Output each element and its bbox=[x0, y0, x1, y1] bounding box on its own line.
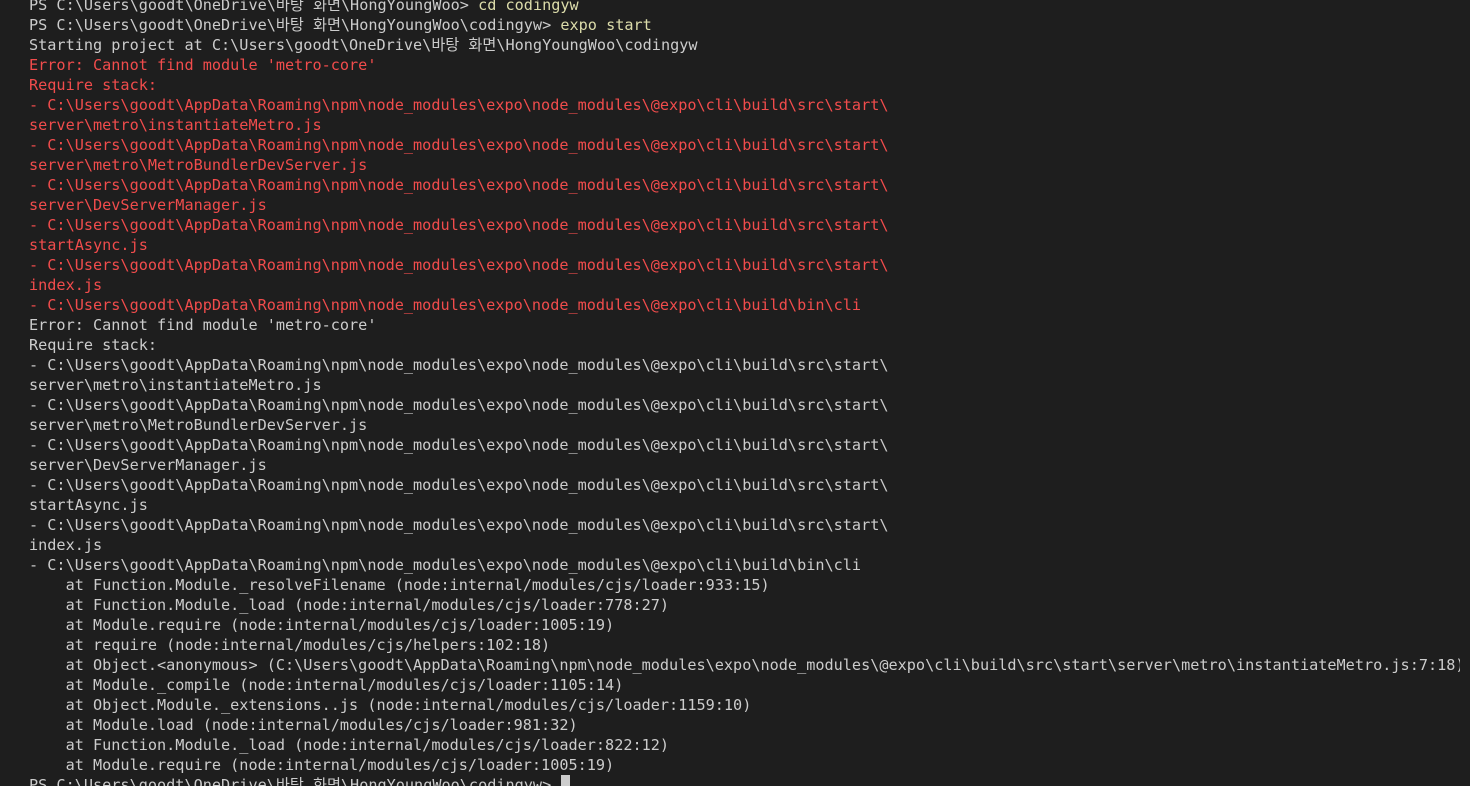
terminal-line-final-prompt[interactable]: PS C:\Users\goodt\OneDrive\바탕 화면\HongYou… bbox=[29, 775, 1460, 786]
stack-trace-line: at Function.Module._load (node:internal/… bbox=[29, 736, 670, 754]
stack-trace-line: at Module.load (node:internal/modules/cj… bbox=[29, 716, 578, 734]
error-block-red: Error: Cannot find module 'metro-core' R… bbox=[29, 55, 1460, 315]
stack-trace-line: at require (node:internal/modules/cjs/he… bbox=[29, 636, 551, 654]
terminal-line: server\DevServerManager.js bbox=[29, 196, 267, 214]
terminal-panel[interactable]: PS C:\Users\goodt\OneDrive\바탕 화면\HongYou… bbox=[0, 0, 1470, 786]
stack-trace-line: at Module.require (node:internal/modules… bbox=[29, 756, 615, 774]
terminal-line: - C:\Users\goodt\AppData\Roaming\npm\nod… bbox=[29, 176, 889, 194]
terminal-line: - C:\Users\goodt\AppData\Roaming\npm\nod… bbox=[29, 256, 889, 274]
stack-trace-line: at Module.require (node:internal/modules… bbox=[29, 616, 615, 634]
terminal-line: - C:\Users\goodt\AppData\Roaming\npm\nod… bbox=[29, 136, 889, 154]
terminal-line: index.js bbox=[29, 276, 103, 294]
stack-trace-line: at Object.<anonymous> (C:\Users\goodt\Ap… bbox=[29, 656, 1460, 674]
terminal-line-prompt: PS C:\Users\goodt\OneDrive\바탕 화면\HongYou… bbox=[29, 15, 1460, 35]
terminal-line: - C:\Users\goodt\AppData\Roaming\npm\nod… bbox=[29, 476, 889, 494]
terminal-line: - C:\Users\goodt\AppData\Roaming\npm\nod… bbox=[29, 556, 862, 574]
command-text: cd codingyw bbox=[478, 0, 579, 14]
text-cursor bbox=[561, 775, 571, 786]
stack-trace-line: at Object.Module._extensions..js (node:i… bbox=[29, 696, 752, 714]
terminal-line: - C:\Users\goodt\AppData\Roaming\npm\nod… bbox=[29, 436, 889, 454]
terminal-line: - C:\Users\goodt\AppData\Roaming\npm\nod… bbox=[29, 296, 862, 314]
terminal-line: Require stack: bbox=[29, 76, 158, 94]
terminal-line: - C:\Users\goodt\AppData\Roaming\npm\nod… bbox=[29, 216, 889, 234]
stack-trace-line: at Function.Module._load (node:internal/… bbox=[29, 596, 670, 614]
stack-trace-line: at Function.Module._resolveFilename (nod… bbox=[29, 576, 770, 594]
terminal-line: server\metro\instantiateMetro.js bbox=[29, 116, 322, 134]
terminal-line: - C:\Users\goodt\AppData\Roaming\npm\nod… bbox=[29, 516, 889, 534]
error-block-gray: Error: Cannot find module 'metro-core' R… bbox=[29, 315, 1460, 775]
prompt-text: PS C:\Users\goodt\OneDrive\바탕 화면\HongYou… bbox=[29, 0, 479, 14]
terminal-line: server\metro\MetroBundlerDevServer.js bbox=[29, 156, 368, 174]
stack-trace-line: at Module._compile (node:internal/module… bbox=[29, 676, 624, 694]
terminal-line: index.js bbox=[29, 536, 103, 554]
terminal-output: PS C:\Users\goodt\OneDrive\바탕 화면\HongYou… bbox=[29, 0, 1460, 786]
terminal-line: Error: Cannot find module 'metro-core' bbox=[29, 56, 377, 74]
terminal-line: - C:\Users\goodt\AppData\Roaming\npm\nod… bbox=[29, 396, 889, 414]
terminal-line: server\metro\MetroBundlerDevServer.js bbox=[29, 416, 368, 434]
terminal-line: server\metro\instantiateMetro.js bbox=[29, 376, 322, 394]
prompt-text: PS C:\Users\goodt\OneDrive\바탕 화면\HongYou… bbox=[29, 16, 561, 34]
terminal-line-prompt-partial: PS C:\Users\goodt\OneDrive\바탕 화면\HongYou… bbox=[29, 0, 1460, 15]
terminal-line: - C:\Users\goodt\AppData\Roaming\npm\nod… bbox=[29, 356, 889, 374]
terminal-line: Error: Cannot find module 'metro-core' bbox=[29, 316, 377, 334]
terminal-line: - C:\Users\goodt\AppData\Roaming\npm\nod… bbox=[29, 96, 889, 114]
prompt-text: PS C:\Users\goodt\OneDrive\바탕 화면\HongYou… bbox=[29, 776, 561, 786]
terminal-line: startAsync.js bbox=[29, 236, 148, 254]
command-text: expo start bbox=[560, 16, 652, 34]
terminal-line: server\DevServerManager.js bbox=[29, 456, 267, 474]
terminal-line: startAsync.js bbox=[29, 496, 148, 514]
terminal-line: Require stack: bbox=[29, 336, 158, 354]
terminal-line-starting: Starting project at C:\Users\goodt\OneDr… bbox=[29, 36, 698, 54]
